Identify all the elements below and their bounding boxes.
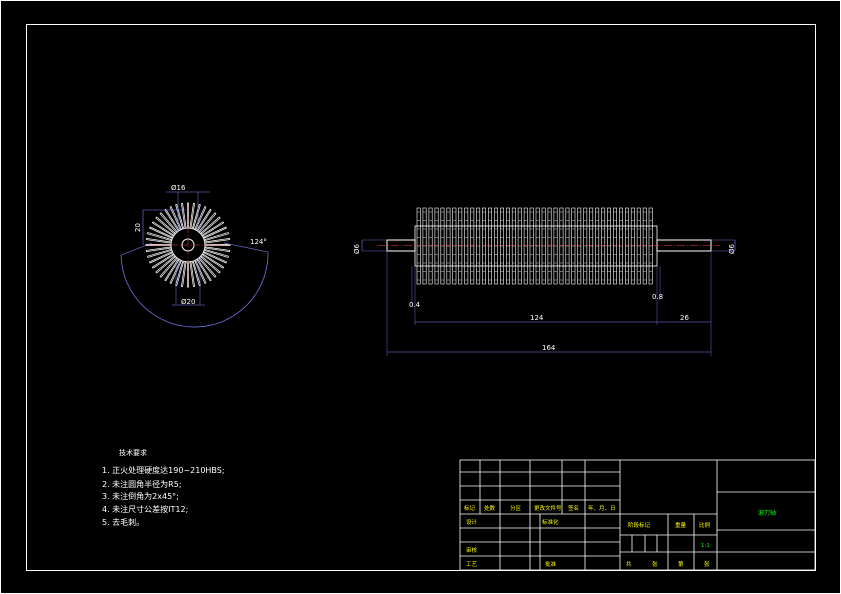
dim-shaft-length: 26 — [680, 314, 689, 322]
tb-label-signature: 签名 — [568, 504, 579, 512]
note-4: 4. 未注尺寸公差按IT12; — [102, 504, 188, 514]
tb-sheet-unit2: 张 — [704, 560, 710, 568]
tb-sheet-num: 第 — [678, 560, 684, 568]
note-5: 5. 去毛刺。 — [102, 517, 144, 527]
tb-label-count: 处数 — [484, 504, 496, 512]
tb-drawing-name: 滚刀轴 — [758, 509, 776, 517]
note-1: 1. 正火处理硬度达190~210HBS; — [102, 465, 225, 475]
dim-body-length: 124 — [530, 314, 544, 322]
tb-designer: 设计 — [466, 518, 478, 526]
dim-dia-right: Ø6 — [728, 243, 736, 254]
dim-dia-left: Ø6 — [353, 243, 361, 254]
note-2: 2. 未注圆角半径为R5; — [102, 479, 182, 489]
tb-sheet-total: 共 — [626, 560, 632, 568]
tb-label-date: 年、月、日 — [588, 504, 616, 512]
tb-scale-value: 1:1 — [701, 543, 710, 549]
drawing-canvas: Ø16 20 Ø20 124° Ø6 Ø6 0.4 0.8 124 26 164… — [0, 0, 841, 594]
note-3: 3. 未注倒角为2x45°; — [102, 491, 179, 501]
angle-ext-left — [120, 242, 153, 256]
dim-height: 20 — [134, 223, 142, 232]
dim-chamfer-right: 0.8 — [652, 293, 663, 301]
tb-approve: 批准 — [545, 560, 557, 568]
tb-label-mark: 标记 — [464, 504, 476, 512]
tb-process: 工艺 — [466, 561, 478, 568]
blade-rows — [416, 207, 653, 285]
dim-total-length: 164 — [542, 344, 556, 352]
tb-reviewer: 审核 — [466, 546, 478, 554]
tb-weight: 重量 — [675, 521, 687, 529]
tb-scale: 比例 — [699, 521, 711, 529]
dim-angle: 124° — [250, 238, 267, 246]
tb-stage-mark: 阶段标记 — [628, 521, 651, 529]
tb-standardization: 标准化 — [542, 518, 559, 526]
dim-dia-top: Ø16 — [171, 184, 186, 192]
side-view: Ø6 Ø6 0.4 0.8 124 26 164 — [353, 207, 736, 356]
tb-label-change-doc: 更改文件号 — [534, 504, 562, 512]
tb-label-zone: 分区 — [510, 504, 522, 512]
notes-title: 技术要求 — [119, 448, 147, 457]
technical-notes: 技术要求 1. 正火处理硬度达190~210HBS; 2. 未注圆角半径为R5;… — [102, 448, 225, 527]
tb-sheet-unit1: 张 — [652, 560, 658, 568]
end-view: Ø16 20 Ø20 124° — [120, 184, 269, 328]
angle-arc — [120, 251, 269, 328]
dim-dia-bottom: Ø20 — [181, 298, 195, 306]
